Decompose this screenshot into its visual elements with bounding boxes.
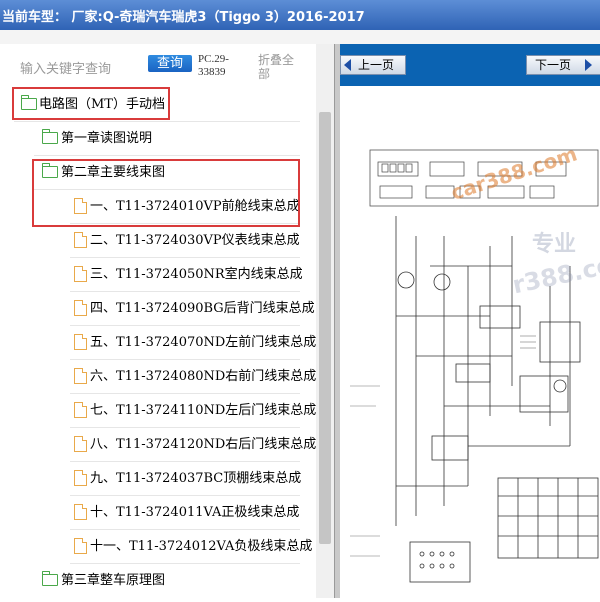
tree-leaf-label: 九、T11-3724037BC顶棚线束总成 <box>90 471 302 486</box>
next-page-button[interactable]: 下一页 <box>526 55 600 75</box>
document-icon <box>74 401 88 418</box>
highlight-box-root <box>12 87 170 120</box>
scrollbar-thumb[interactable] <box>319 112 331 544</box>
tree-leaf-label: 三、T11-3724050NR室内线束总成 <box>90 267 303 282</box>
tree-leaf[interactable]: 十一、T11-3724012VA负极线束总成 <box>70 530 312 564</box>
tree-leaf[interactable]: 二、T11-3724030VP仪表线束总成 <box>70 224 300 258</box>
wiring-diagram-image: car388.com 专业 r388.co <box>340 86 600 598</box>
tree-node-label: 第一章读图说明 <box>61 131 153 146</box>
tree-leaf-label: 十一、T11-3724012VA负极线束总成 <box>90 539 313 554</box>
collapse-all-button[interactable]: 折叠全部 <box>258 53 302 81</box>
document-icon <box>74 231 88 248</box>
prev-page-button[interactable]: 上一页 <box>340 55 406 75</box>
tree-leaf[interactable]: 八、T11-3724120ND右后门线束总成 <box>70 428 316 462</box>
tree-node-chapter1[interactable]: 第一章读图说明 <box>34 122 300 156</box>
folder-icon <box>41 571 58 586</box>
tree-leaf[interactable]: 七、T11-3724110ND左后门线束总成 <box>70 394 316 428</box>
document-icon <box>74 367 88 384</box>
tree-leaf[interactable]: 五、T11-3724070ND左前门线束总成 <box>70 326 316 360</box>
tree-leaf-label: 十、T11-3724011VA正极线束总成 <box>90 505 300 520</box>
part-code: PC.29-33839 <box>198 53 229 78</box>
tree-leaf[interactable]: 四、T11-3724090BG后背门线束总成 <box>70 292 315 326</box>
title-bar: 当前车型： 厂家:Q-奇瑞汽车瑞虎3（Tiggo 3）2016-2017 <box>0 0 600 30</box>
tree-leaf-label: 二、T11-3724030VP仪表线束总成 <box>90 233 300 248</box>
document-icon <box>74 469 88 486</box>
search-row: 输入关键字查询 查询 PC.29-33839 折叠全部 <box>0 44 334 88</box>
search-button[interactable]: 查询 <box>148 55 192 72</box>
highlight-box-chapter2 <box>32 159 300 227</box>
document-icon <box>74 333 88 350</box>
document-icon <box>74 265 88 282</box>
document-icon <box>74 435 88 452</box>
watermark-cn: 专业 <box>532 232 577 257</box>
tree-leaf-label: 四、T11-3724090BG后背门线束总成 <box>90 301 315 316</box>
document-icon <box>74 503 88 520</box>
tree-leaf[interactable]: 三、T11-3724050NR室内线束总成 <box>70 258 303 292</box>
document-icon <box>74 299 88 316</box>
tree-node-chapter3[interactable]: 第三章整车原理图 <box>34 564 300 597</box>
document-icon <box>74 537 88 554</box>
arrow-left-icon <box>344 59 351 71</box>
next-page-label: 下一页 <box>535 58 572 72</box>
diagram-viewer: 上一页 下一页 car388.com 专业 r388.co <box>340 44 600 598</box>
tree-leaf-label: 八、T11-3724120ND右后门线束总成 <box>90 437 317 452</box>
search-input[interactable]: 输入关键字查询 <box>20 58 111 77</box>
tree-leaf[interactable]: 六、T11-3724080ND右前门线束总成 <box>70 360 316 394</box>
tree-leaf-label: 七、T11-3724110ND左后门线束总成 <box>90 403 317 418</box>
arrow-right-icon <box>585 59 592 71</box>
prev-page-label: 上一页 <box>358 58 395 72</box>
viewer-nav-bar: 上一页 下一页 <box>340 44 600 86</box>
tree-node-label: 第三章整车原理图 <box>61 573 166 588</box>
toolbar-gap <box>0 30 600 44</box>
tree-leaf-label: 五、T11-3724070ND左前门线束总成 <box>90 335 317 350</box>
tree-leaf[interactable]: 十、T11-3724011VA正极线束总成 <box>70 496 300 530</box>
tree-leaf[interactable]: 九、T11-3724037BC顶棚线束总成 <box>70 462 302 496</box>
left-panel: 输入关键字查询 查询 PC.29-33839 折叠全部 电路图（MT）手动档 第… <box>0 44 334 598</box>
folder-icon <box>41 129 58 144</box>
window-title: 当前车型： 厂家:Q-奇瑞汽车瑞虎3（Tiggo 3）2016-2017 <box>2 10 365 25</box>
tree-leaf-label: 六、T11-3724080ND右前门线束总成 <box>90 369 317 384</box>
